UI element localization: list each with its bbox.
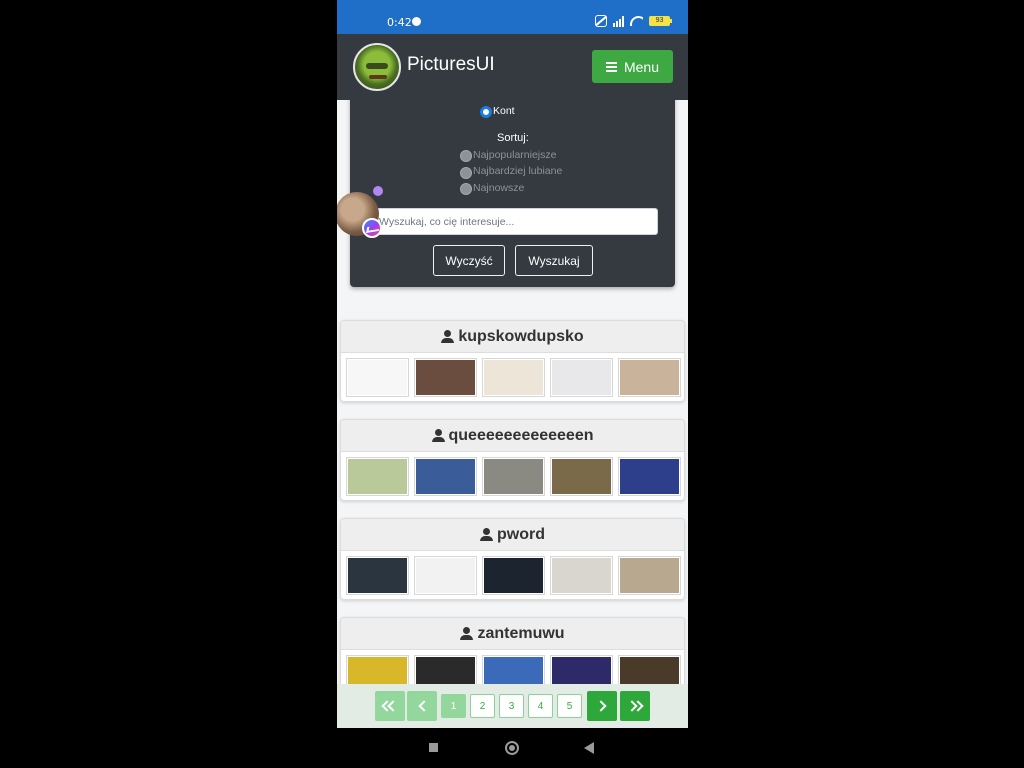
menu-button[interactable]: Menu	[592, 50, 673, 83]
page-button-4[interactable]: 4	[528, 694, 553, 718]
double-chevron-right-icon	[626, 700, 644, 712]
clear-button[interactable]: Wyczyść	[433, 245, 505, 276]
last-page-button[interactable]	[620, 691, 650, 721]
home-icon[interactable]	[505, 741, 519, 755]
user-card[interactable]: pword	[340, 518, 685, 600]
user-card-header[interactable]: queeeeeeeeeeeeen	[341, 420, 684, 452]
browser-viewport: Kont Sortuj: Najpopularniejsze Najbardzi…	[337, 0, 688, 728]
radio-most-popular[interactable]	[460, 150, 472, 162]
radio-most-popular-label: Najpopularniejsze	[473, 149, 557, 161]
thumbnail[interactable]	[346, 556, 409, 595]
filter-panel: Kont Sortuj: Najpopularniejsze Najbardzi…	[350, 88, 675, 287]
battery-icon: 93	[649, 16, 672, 26]
thumbnail[interactable]	[550, 556, 613, 595]
recents-icon[interactable]	[429, 743, 438, 752]
user-card[interactable]: queeeeeeeeeeeeen	[340, 419, 685, 501]
user-icon	[441, 330, 455, 343]
brand-title[interactable]: PicturesUI	[407, 54, 495, 76]
thumbnail[interactable]	[346, 457, 409, 496]
username: kupskowdupsko	[458, 327, 584, 345]
user-icon	[460, 627, 474, 640]
sort-title: Sortuj:	[497, 132, 529, 144]
page-button-2[interactable]: 2	[470, 694, 495, 718]
user-card-header[interactable]: zantemuwu	[341, 618, 684, 650]
thumbnail-row	[341, 551, 684, 599]
username: zantemuwu	[477, 624, 565, 642]
thumbnail-image	[484, 360, 543, 395]
system-navigation-bar	[337, 728, 688, 768]
radio-most-liked-label: Najbardziej lubiane	[473, 165, 563, 177]
thumbnail-image	[416, 360, 475, 395]
next-page-button[interactable]	[587, 691, 617, 721]
search-button[interactable]: Wyszukaj	[515, 245, 593, 276]
thumbnail-image	[552, 360, 611, 395]
wifi-icon	[630, 16, 643, 26]
page-button-1[interactable]: 1	[441, 694, 466, 718]
user-icon	[480, 528, 493, 541]
hamburger-icon	[605, 62, 617, 72]
phone-screen: Kont Sortuj: Najpopularniejsze Najbardzi…	[337, 0, 688, 768]
thumbnail-image	[484, 558, 543, 593]
user-card-header[interactable]: pword	[341, 519, 684, 551]
thumbnail[interactable]	[346, 358, 409, 397]
thumbnail[interactable]	[414, 556, 477, 595]
signal-icon	[613, 15, 624, 27]
back-icon[interactable]	[584, 742, 594, 754]
thumbnail-row	[341, 452, 684, 500]
status-time: 0:42	[387, 16, 412, 29]
mute-icon	[595, 15, 607, 27]
thumbnail-image	[348, 459, 407, 494]
thumbnail[interactable]	[414, 457, 477, 496]
messenger-notification-icon	[412, 17, 421, 26]
thumbnail[interactable]	[482, 457, 545, 496]
thumbnail[interactable]	[482, 556, 545, 595]
user-icon	[431, 429, 445, 442]
thumbnail[interactable]	[618, 358, 681, 397]
thumbnail-image	[416, 558, 475, 593]
first-page-button[interactable]	[375, 691, 405, 721]
thumbnail-image	[552, 459, 611, 494]
page-button-3[interactable]: 3	[499, 694, 524, 718]
radio-kont[interactable]	[480, 106, 492, 118]
thumbnail-image	[348, 558, 407, 593]
thumbnail-image	[416, 459, 475, 494]
menu-button-label: Menu	[623, 58, 660, 75]
page-button-5[interactable]: 5	[557, 694, 582, 718]
user-card-header[interactable]: kupskowdupsko	[341, 321, 684, 353]
logo-avatar-icon[interactable]	[353, 43, 401, 91]
thumbnail-image	[484, 459, 543, 494]
thumbnail[interactable]	[414, 358, 477, 397]
thumbnail-image	[620, 558, 679, 593]
radio-newest[interactable]	[460, 183, 472, 195]
username: queeeeeeeeeeeeen	[448, 426, 594, 444]
thumbnail-row	[341, 353, 684, 401]
thumbnail[interactable]	[550, 457, 613, 496]
username: pword	[497, 525, 545, 543]
radio-most-liked[interactable]	[460, 167, 472, 179]
chevron-right-icon	[594, 700, 607, 712]
thumbnail-image	[552, 558, 611, 593]
thumbnail[interactable]	[618, 556, 681, 595]
thumbnail-image	[620, 360, 679, 395]
chevron-left-icon	[417, 700, 430, 712]
status-bar: 0:42 93	[337, 0, 688, 34]
user-card[interactable]: kupskowdupsko	[340, 320, 685, 402]
pagination: 1 2 3 4 5	[337, 684, 688, 728]
messenger-icon	[362, 218, 382, 238]
thumbnail[interactable]	[550, 358, 613, 397]
double-chevron-left-icon	[381, 700, 399, 712]
thumbnail-image	[620, 459, 679, 494]
thumbnail[interactable]	[482, 358, 545, 397]
prev-page-button[interactable]	[407, 691, 437, 721]
radio-kont-label: Kont	[493, 105, 515, 117]
thumbnail-image	[348, 360, 407, 395]
top-navbar: PicturesUI Menu	[337, 34, 688, 100]
status-icons: 93	[595, 15, 672, 27]
chat-head-indicator	[373, 186, 383, 196]
search-input[interactable]	[372, 208, 658, 235]
radio-newest-label: Najnowsze	[473, 182, 525, 194]
thumbnail[interactable]	[618, 457, 681, 496]
